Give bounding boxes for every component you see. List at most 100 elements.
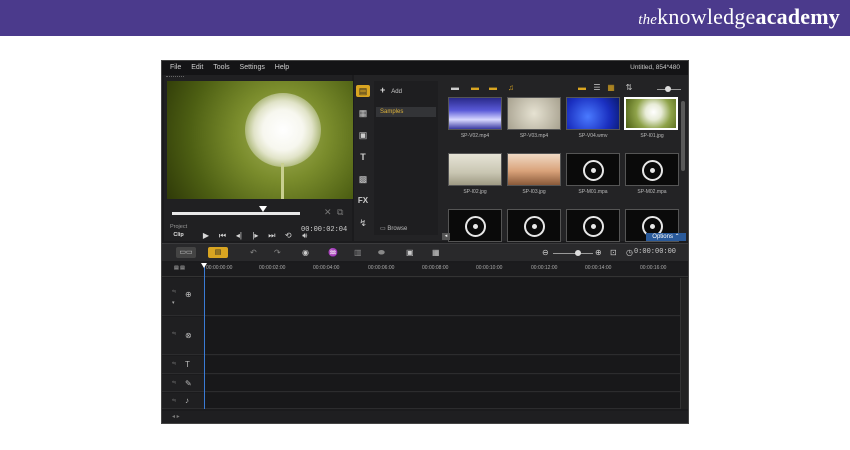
- media-thumbnail[interactable]: [507, 153, 561, 186]
- fit-project-icon[interactable]: ⊡: [610, 248, 617, 257]
- lock-icon[interactable]: ⇋: [172, 331, 176, 337]
- menu-settings[interactable]: Settings: [240, 61, 265, 75]
- graphic-icon[interactable]: ▩: [356, 173, 370, 185]
- undo-icon[interactable]: ↶: [250, 248, 257, 257]
- preview-image: [245, 93, 321, 167]
- collapse-panel-icon[interactable]: ◂: [442, 233, 450, 240]
- auto-music-icon[interactable]: ▥: [354, 248, 362, 257]
- zoom-in-icon[interactable]: ⊕: [595, 248, 602, 257]
- import-folder-icon[interactable]: ▬: [450, 84, 460, 92]
- playhead-handle[interactable]: [201, 263, 207, 268]
- mode-project[interactable]: Project: [170, 223, 187, 231]
- music-disc-icon: [583, 216, 604, 237]
- show-videos-icon[interactable]: ▬: [470, 84, 480, 92]
- playhead-line[interactable]: [204, 263, 205, 409]
- music-track-header[interactable]: ⇋ ♪: [162, 393, 204, 409]
- play-icon[interactable]: ▶: [200, 231, 212, 240]
- timeline-tracks: ⇋ ▾ ⊕ ⇋ ⊗ ⇋ T ⇋ ✎ ⇋ ♪: [162, 278, 682, 409]
- subtitle-editor-icon[interactable]: ▣: [406, 248, 414, 257]
- expand-icon[interactable]: ▾: [172, 300, 175, 306]
- transition-icon[interactable]: ▣: [356, 129, 370, 141]
- ripple-edit-icon[interactable]: ⇋: [172, 289, 176, 295]
- path-icon[interactable]: ↯: [356, 217, 370, 229]
- audio-thumbnail[interactable]: [507, 209, 561, 242]
- media-thumbnail-selected[interactable]: [624, 97, 678, 130]
- timeline-zoom-knob[interactable]: [575, 250, 581, 256]
- project-clip-toggle[interactable]: Project Clip: [170, 223, 187, 239]
- add-folder-button[interactable]: + Add: [380, 85, 402, 95]
- overlay-track[interactable]: [205, 317, 682, 355]
- next-frame-icon[interactable]: |▸: [249, 231, 261, 240]
- media-thumbnail[interactable]: [507, 97, 561, 130]
- enlarge-preview-icon[interactable]: ⧉: [337, 207, 343, 218]
- timecode-display[interactable]: 00:00:02:04: [301, 226, 347, 234]
- motion-tracking-icon[interactable]: ⬬: [378, 248, 385, 258]
- media-thumbnail[interactable]: [448, 97, 502, 130]
- record-capture-icon[interactable]: ◉: [302, 248, 309, 257]
- thumbnail-view-icon[interactable]: ▦: [606, 84, 616, 92]
- media-thumbnail[interactable]: [566, 97, 620, 130]
- repeat-icon[interactable]: ⟲: [282, 231, 294, 240]
- overlay-track-header[interactable]: ⇋ ⊗: [162, 317, 204, 355]
- show-photos-icon[interactable]: ▬: [488, 84, 498, 92]
- scrubber-handle[interactable]: [259, 206, 267, 212]
- music-track[interactable]: [205, 393, 682, 409]
- details-view-icon[interactable]: ☰: [592, 84, 602, 92]
- mode-clip[interactable]: Clip: [170, 231, 187, 239]
- options-button[interactable]: Options ⌃: [646, 233, 686, 241]
- panel-grip[interactable]: [166, 76, 184, 79]
- menu-edit[interactable]: Edit: [191, 61, 203, 75]
- timeline-timecode[interactable]: 0:00:00:00: [634, 248, 676, 256]
- previous-frame-icon[interactable]: ◂|: [233, 231, 245, 240]
- scroll-arrows-icon[interactable]: ◂ ▸: [172, 413, 180, 420]
- audio-thumbnail[interactable]: [448, 209, 502, 242]
- media-thumbnail[interactable]: [448, 153, 502, 186]
- library-scrollbar[interactable]: [681, 101, 685, 171]
- title-track[interactable]: [205, 356, 682, 374]
- scrubber-track[interactable]: [172, 212, 300, 215]
- end-icon[interactable]: ⏭: [266, 231, 278, 241]
- voice-track[interactable]: [205, 375, 682, 392]
- zoom-out-icon[interactable]: ⊖: [542, 248, 549, 257]
- split-clip-icon[interactable]: ✕: [324, 207, 332, 218]
- show-audio-icon[interactable]: ♫: [506, 84, 516, 92]
- title-track-header[interactable]: ⇋ T: [162, 356, 204, 374]
- menu-tools[interactable]: Tools: [213, 61, 229, 75]
- video-track-header[interactable]: ⇋ ▾ ⊕: [162, 278, 204, 316]
- media-label: SP-I03.jpg: [522, 189, 546, 195]
- timeline-vertical-scrollbar[interactable]: [680, 278, 688, 409]
- sort-icon[interactable]: ⇅: [624, 84, 634, 92]
- menu-bar: File Edit Tools Settings Help Untitled, …: [162, 61, 688, 75]
- multi-trim-icon[interactable]: ▦: [432, 248, 440, 257]
- track-manager-icon[interactable]: ▤ ▤: [174, 265, 185, 271]
- timeline-ruler[interactable]: ▤ ▤ 00:00:00:00 00:00:02:00 00:00:04:00 …: [162, 263, 688, 277]
- lock-icon[interactable]: ⇋: [172, 398, 176, 404]
- thumbnail-size-knob[interactable]: [665, 86, 671, 92]
- filter-icon[interactable]: FX: [356, 195, 370, 207]
- folder-samples[interactable]: Samples: [376, 107, 436, 117]
- video-track[interactable]: [205, 278, 682, 316]
- home-icon[interactable]: ⏮: [216, 231, 228, 241]
- sound-mixer-icon[interactable]: ♒: [328, 248, 338, 257]
- timeline-view-icon[interactable]: ▤: [208, 247, 228, 258]
- media-library-icon[interactable]: ▤: [356, 85, 370, 97]
- title-icon[interactable]: T: [356, 151, 370, 163]
- timeline-horizontal-scrollbar[interactable]: ◂ ▸: [162, 411, 688, 423]
- ruler-tick: 00:00:00:00: [206, 265, 233, 271]
- redo-icon[interactable]: ↷: [274, 248, 281, 257]
- transport-controls: ▶ ⏮ ◂| |▸ ⏭ ⟲ 🔊︎: [200, 225, 311, 241]
- list-view-icon[interactable]: ▬: [577, 84, 587, 92]
- lock-icon[interactable]: ⇋: [172, 361, 176, 367]
- audio-thumbnail[interactable]: [625, 153, 679, 186]
- menu-help[interactable]: Help: [275, 61, 289, 75]
- audio-thumbnail[interactable]: [566, 153, 620, 186]
- menu-file[interactable]: File: [170, 61, 181, 75]
- media-label: SP-I02.jpg: [463, 189, 487, 195]
- lock-icon[interactable]: ⇋: [172, 380, 176, 386]
- storyboard-view-icon[interactable]: ▭▭: [176, 247, 196, 258]
- audio-thumbnail[interactable]: [566, 209, 620, 242]
- instant-project-icon[interactable]: ▦: [356, 107, 370, 119]
- voice-track-header[interactable]: ⇋ ✎: [162, 375, 204, 392]
- timeline-zoom-slider[interactable]: [553, 253, 593, 254]
- browse-button[interactable]: ▭ Browse: [380, 225, 407, 232]
